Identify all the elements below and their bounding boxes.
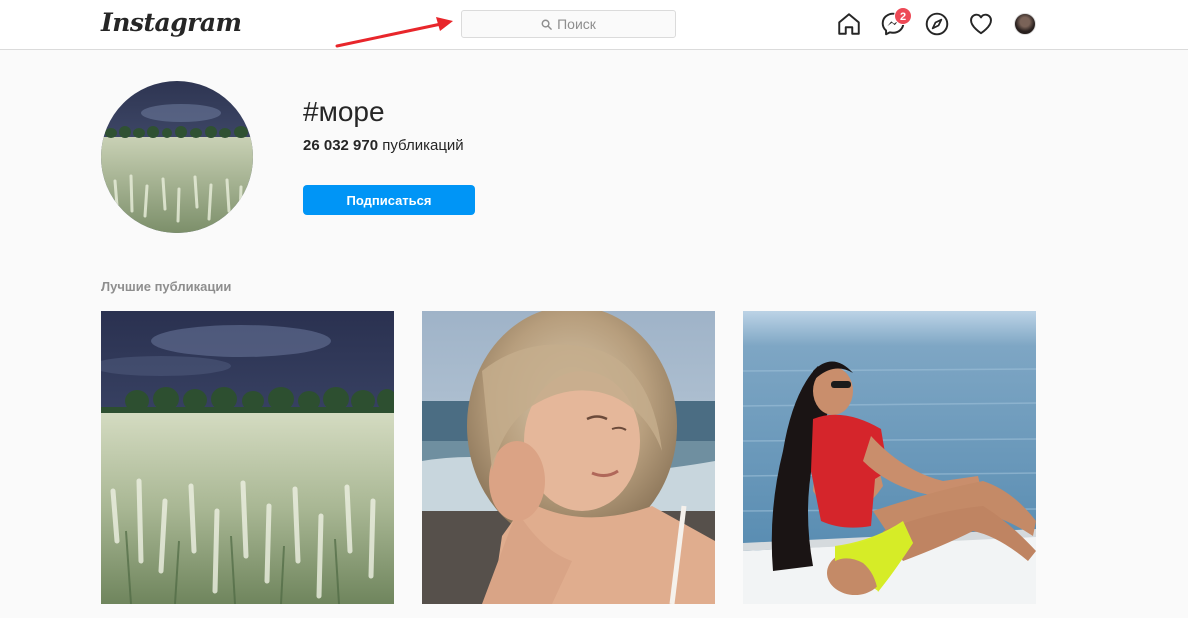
- post-count-label: публикаций: [382, 137, 464, 154]
- follow-button[interactable]: Подписаться: [303, 185, 475, 215]
- post-tile-woman-by-sea[interactable]: [422, 311, 715, 604]
- instagram-logo[interactable]: Instagram: [101, 8, 242, 37]
- post-count-number: 26 032 970: [303, 137, 379, 154]
- search-input[interactable]: Поиск: [461, 10, 676, 38]
- explore-icon[interactable]: [924, 11, 950, 37]
- post-tile-wheat-field[interactable]: [101, 311, 394, 604]
- home-icon[interactable]: [836, 11, 862, 37]
- hashtag-avatar: [101, 81, 253, 233]
- profile-avatar[interactable]: [1014, 13, 1036, 35]
- search-placeholder: Поиск: [557, 16, 596, 32]
- annotation-arrow: [335, 17, 453, 48]
- heart-icon[interactable]: [968, 11, 994, 37]
- hashtag-title: #море: [303, 96, 385, 127]
- post-tile-woman-on-boat[interactable]: [743, 311, 1036, 604]
- messages-badge: 2: [894, 7, 912, 25]
- top-navbar: Instagram Поиск 2: [0, 0, 1188, 50]
- post-count: 26 032 970 публикаций: [303, 137, 464, 154]
- top-posts-title: Лучшие публикации: [101, 279, 232, 294]
- search-icon: [541, 19, 552, 30]
